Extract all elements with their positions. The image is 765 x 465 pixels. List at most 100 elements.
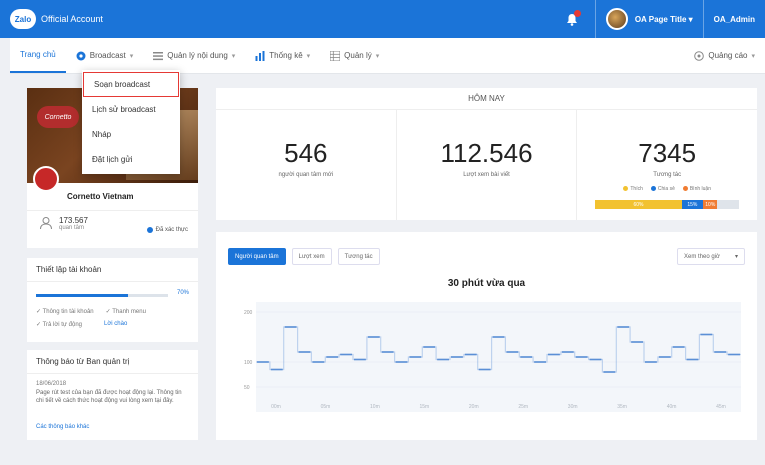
verified-check-icon bbox=[146, 227, 153, 233]
stat-label: người quan tâm mới bbox=[278, 172, 334, 178]
chevron-down-icon: ▾ bbox=[688, 14, 693, 24]
divider bbox=[27, 210, 198, 211]
nav-content[interactable]: Quản lý nội dung ▾ bbox=[143, 38, 245, 73]
list-icon bbox=[153, 51, 164, 60]
user-icon bbox=[40, 217, 52, 230]
profile-name[interactable]: Cornetto Vietnam bbox=[67, 192, 134, 201]
menu-item-broadcast-history[interactable]: Lịch sử broadcast bbox=[82, 97, 180, 122]
x-tick-label: 00m bbox=[271, 404, 281, 410]
interaction-breakdown-bar: 60% 15% 10% bbox=[595, 200, 740, 209]
setup-item-account-info[interactable]: ✓ Thông tin tài khoản bbox=[36, 308, 94, 315]
broadcast-dropdown-menu: Soạn broadcast Lịch sử broadcast Nháp Đặ… bbox=[82, 70, 180, 174]
setup-title: Thiết lập tài khoản bbox=[27, 258, 198, 282]
nav-home-label: Trang chủ bbox=[20, 50, 56, 59]
chevron-down-icon: ▾ bbox=[751, 52, 755, 60]
topbar-divider bbox=[594, 0, 596, 38]
legend-dot bbox=[682, 186, 688, 192]
followers-block: 173.567 quan tâm bbox=[39, 216, 88, 231]
menu-item-drafts[interactable]: Nháp bbox=[82, 122, 180, 147]
breakdown-segment: 60% bbox=[595, 200, 682, 209]
stat-value: 546 bbox=[284, 138, 328, 168]
notice-date: 18/06/2018 bbox=[36, 381, 67, 387]
followers-count: 173.567 bbox=[59, 216, 88, 225]
today-stats-panel: HÔM NAY 546 người quan tâm mới 112.546 L… bbox=[216, 88, 757, 220]
y-tick-label: 100 bbox=[244, 360, 253, 366]
nav-stats[interactable]: Thống kê ▾ bbox=[245, 38, 320, 73]
x-tick-label: 10m bbox=[370, 404, 380, 410]
nav-ads-label: Quảng cáo bbox=[708, 51, 748, 60]
nav-broadcast-label: Broadcast bbox=[89, 51, 126, 60]
stat-value: 7345 bbox=[638, 138, 697, 168]
legend-dot bbox=[650, 186, 656, 192]
x-tick-label: 45m bbox=[716, 404, 726, 410]
admin-notice-card: Thông báo từ Ban quản trị 18/06/2018 Pag… bbox=[27, 350, 198, 440]
verified-label: Đã xác thực bbox=[155, 227, 188, 233]
notice-body: Page rút test của bạn đã được hoạt động … bbox=[36, 390, 182, 404]
topbar-divider bbox=[702, 0, 704, 38]
menu-item-schedule[interactable]: Đặt lịch gửi bbox=[82, 147, 180, 172]
more-notices-link[interactable]: Các thông báo khác bbox=[36, 424, 89, 430]
chevron-down-icon: ▾ bbox=[375, 52, 380, 60]
legend-dot bbox=[623, 186, 629, 192]
notification-badge bbox=[573, 9, 581, 17]
notification-button[interactable] bbox=[559, 9, 585, 26]
followers-label: quan tâm bbox=[59, 225, 85, 231]
setup-row: ✓ Trả lời tự động Lời chào bbox=[36, 321, 127, 328]
setup-item-label: Trả lời tự động bbox=[42, 322, 83, 328]
legend-label: Thích bbox=[630, 186, 643, 192]
nav-content-label: Quản lý nội dung bbox=[167, 51, 228, 60]
page-title-label: OA Page Title bbox=[634, 14, 687, 24]
x-tick-label: 15m bbox=[419, 404, 429, 410]
menu-item-compose-broadcast[interactable]: Soạn broadcast bbox=[83, 72, 179, 97]
setup-item-menu[interactable]: ✓ Thanh menu bbox=[106, 308, 146, 315]
chart-panel: Người quan tâm Lượt xem Tương tác Xem th… bbox=[216, 232, 757, 440]
y-tick-label: 50 bbox=[244, 385, 250, 391]
nav-stats-label: Thống kê bbox=[269, 51, 303, 60]
breakdown-segment: 10% bbox=[703, 200, 718, 209]
setup-item-greeting[interactable]: Lời chào bbox=[104, 321, 127, 328]
x-tick-label: 35m bbox=[617, 404, 627, 410]
x-tick-label: 25m bbox=[518, 404, 528, 410]
x-tick-label: 05m bbox=[321, 404, 331, 410]
cover-brand-logo: Cornetto bbox=[37, 106, 79, 128]
account-setup-card: Thiết lập tài khoản 70% ✓ Thông tin tài … bbox=[27, 258, 198, 342]
setup-progress-fill bbox=[36, 294, 129, 297]
stat-new-followers: 546 người quan tâm mới bbox=[216, 110, 397, 220]
admin-menu[interactable]: OA_Admin bbox=[714, 15, 755, 24]
legend-label: Bình luận bbox=[689, 186, 711, 192]
legend-like: Thích bbox=[623, 186, 643, 192]
stat-interactions: 7345 Tương tác Thích Chia sẻ Bình luận 6… bbox=[577, 110, 757, 220]
top-bar-right: OA Page Title ▾ OA_Admin bbox=[559, 0, 755, 38]
y-tick-label: 200 bbox=[244, 310, 253, 316]
setup-item-label: Thông tin tài khoản bbox=[42, 309, 94, 315]
stat-value: 112.546 bbox=[440, 138, 533, 168]
chevron-down-icon: ▾ bbox=[231, 52, 236, 60]
profile-avatar[interactable] bbox=[33, 166, 59, 192]
stat-label: Lượt xem bài viết bbox=[463, 172, 510, 178]
x-tick-label: 20m bbox=[469, 404, 479, 410]
stat-post-views: 112.546 Lượt xem bài viết bbox=[397, 110, 578, 220]
nav-broadcast[interactable]: Broadcast ▾ bbox=[66, 38, 144, 73]
page-switcher[interactable]: OA Page Title ▾ bbox=[635, 15, 693, 24]
grid-icon bbox=[330, 50, 341, 61]
x-tick-label: 30m bbox=[568, 404, 578, 410]
setup-item-auto-reply[interactable]: ✓ Trả lời tự động bbox=[36, 321, 82, 328]
nav-home[interactable]: Trang chủ bbox=[10, 38, 66, 73]
chevron-down-icon: ▾ bbox=[129, 52, 134, 60]
nav-manage[interactable]: Quản lý ▾ bbox=[320, 38, 389, 73]
setup-progress-bar bbox=[36, 294, 168, 297]
zalo-logo[interactable]: Zalo bbox=[10, 9, 36, 29]
notice-title: Thông báo từ Ban quản trị bbox=[27, 350, 198, 374]
breakdown-segment: 15% bbox=[681, 200, 704, 209]
stats-row: 546 người quan tâm mới 112.546 Lượt xem … bbox=[216, 110, 757, 220]
setup-item-label: Thanh menu bbox=[112, 309, 146, 315]
followers-line-chart: 200 100 50 00m 05m 10m 15m 20m 25m 30m 35m 40m 45m bbox=[244, 302, 741, 412]
legend-comment: Bình luận bbox=[682, 186, 711, 192]
legend-label: Chia sẻ bbox=[657, 186, 675, 192]
stat-label: Tương tác bbox=[653, 172, 682, 178]
page-avatar[interactable] bbox=[605, 8, 628, 30]
main-nav: Trang chủ Broadcast ▾ Quản lý nội dung ▾… bbox=[10, 38, 765, 74]
verified-badge: Đã xác thực bbox=[146, 227, 188, 233]
nav-ads[interactable]: Quảng cáo ▾ bbox=[684, 38, 765, 73]
chevron-down-icon: ▾ bbox=[306, 52, 311, 60]
